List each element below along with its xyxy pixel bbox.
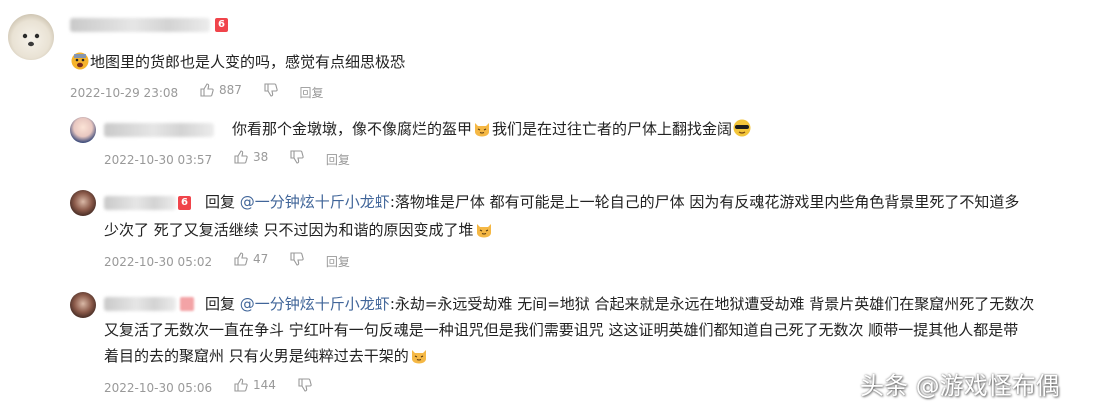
comment-body: 地图里的货郎也是人变的吗，感觉有点细思极恐 [90, 53, 406, 71]
comment-text-continued: 着目的去的聚窟州 只有火男是纯粹过去干架的 [104, 344, 429, 368]
sunglasses-face-icon [733, 119, 751, 137]
cat-face-icon [410, 346, 428, 364]
username-blurred[interactable] [104, 123, 214, 137]
dislike-button[interactable] [290, 252, 304, 266]
like-button[interactable]: 887 [200, 83, 242, 97]
comment-meta: 2022-10-30 03:57 38 回复 [104, 150, 368, 168]
like-count: 887 [218, 83, 242, 97]
avatar[interactable] [70, 292, 96, 318]
comment-text-continued: 少次了 死了又复活继续 只不过因为和谐的原因变成了堆 [104, 218, 494, 242]
comment-date: 2022-10-29 23:08 [70, 86, 179, 100]
comment-body-line2: 少次了 死了又复活继续 只不过因为和谐的原因变成了堆 [104, 221, 474, 239]
like-count: 144 [252, 378, 276, 392]
comment-body-part2: 我们是在过往亡者的尸体上翻找金阔 [492, 120, 733, 138]
comment-body-line3: 着目的去的聚窟州 只有火男是纯粹过去干架的 [104, 347, 409, 365]
level-badge: 6 [178, 196, 191, 210]
like-count: 47 [252, 252, 269, 266]
like-button[interactable]: 144 [234, 378, 276, 392]
comment-meta: 2022-10-30 05:06 144 [104, 378, 330, 395]
comment-text: 你看那个金墩墩，像不像腐烂的盔甲 我们是在过往亡者的尸体上翻找金阔 [232, 117, 752, 141]
thumb-up-icon [234, 150, 248, 164]
reply-button[interactable]: 回复 [326, 253, 350, 270]
comment-date: 2022-10-30 05:02 [104, 255, 213, 269]
username-blurred[interactable] [70, 18, 210, 32]
dog-avatar-icon [22, 33, 40, 47]
comment-meta: 2022-10-29 23:08 887 回复 [70, 83, 342, 101]
scared-face-icon [71, 52, 89, 70]
level-badge: 6 [215, 18, 228, 32]
avatar[interactable] [8, 14, 54, 60]
thumb-down-icon [298, 378, 312, 392]
comment-body-line1: :落物堆是尸体 都有可能是上一轮自己的尸体 因为有反魂花游戏里内些角色背景里死了… [389, 193, 1020, 211]
comment-text: 地图里的货郎也是人变的吗，感觉有点细思极恐 [70, 50, 405, 74]
dislike-button[interactable] [290, 150, 304, 164]
like-button[interactable]: 47 [234, 252, 268, 266]
cat-face-icon [475, 220, 493, 238]
comment-body-line1: :永劫=永远受劫难 无间=地狱 合起来就是永远在地狱遭受劫难 背景片英雄们在聚窟… [389, 295, 1035, 313]
username-blurred[interactable] [104, 297, 176, 311]
thumb-down-icon [264, 83, 278, 97]
avatar[interactable] [70, 190, 96, 216]
comment-date: 2022-10-30 03:57 [104, 153, 213, 167]
thumb-up-icon [234, 378, 248, 392]
comment-body-part1: 你看那个金墩墩，像不像腐烂的盔甲 [232, 120, 473, 138]
reply-prefix: 回复 [205, 193, 236, 211]
comment-body-line2: 又复活了无数次一直在争斗 宁红叶有一句反魂是一种诅咒但是我们需要诅咒 这这证明英… [104, 321, 1019, 339]
thumb-down-icon [290, 252, 304, 266]
avatar[interactable] [70, 117, 96, 143]
comment-text: 回复 @一分钟炫十斤小龙虾:落物堆是尸体 都有可能是上一轮自己的尸体 因为有反魂… [205, 190, 1019, 214]
mention-link[interactable]: @一分钟炫十斤小龙虾 [240, 193, 390, 211]
comment-date: 2022-10-30 05:06 [104, 381, 213, 395]
like-button[interactable]: 38 [234, 150, 268, 164]
comment-text-continued: 又复活了无数次一直在争斗 宁红叶有一句反魂是一种诅咒但是我们需要诅咒 这这证明英… [104, 318, 1018, 342]
thumb-down-icon [290, 150, 304, 164]
dislike-button[interactable] [264, 83, 278, 97]
reply-prefix: 回复 [205, 295, 236, 313]
level-badge-blurred [180, 297, 194, 311]
like-count: 38 [252, 150, 269, 164]
watermark: 头条 @游戏怪布偶 [860, 372, 1060, 400]
cat-face-icon [473, 119, 491, 137]
dislike-button[interactable] [298, 378, 312, 392]
thumb-up-icon [234, 252, 248, 266]
reply-button[interactable]: 回复 [326, 151, 350, 168]
mention-link[interactable]: @一分钟炫十斤小龙虾 [240, 295, 390, 313]
reply-button[interactable]: 回复 [300, 84, 324, 101]
comment-meta: 2022-10-30 05:02 47 回复 [104, 252, 368, 270]
comment-text: 回复 @一分钟炫十斤小龙虾:永劫=永远受劫难 无间=地狱 合起来就是永远在地狱遭… [205, 292, 1034, 316]
username-blurred[interactable] [104, 196, 176, 210]
thumb-up-icon [200, 83, 214, 97]
